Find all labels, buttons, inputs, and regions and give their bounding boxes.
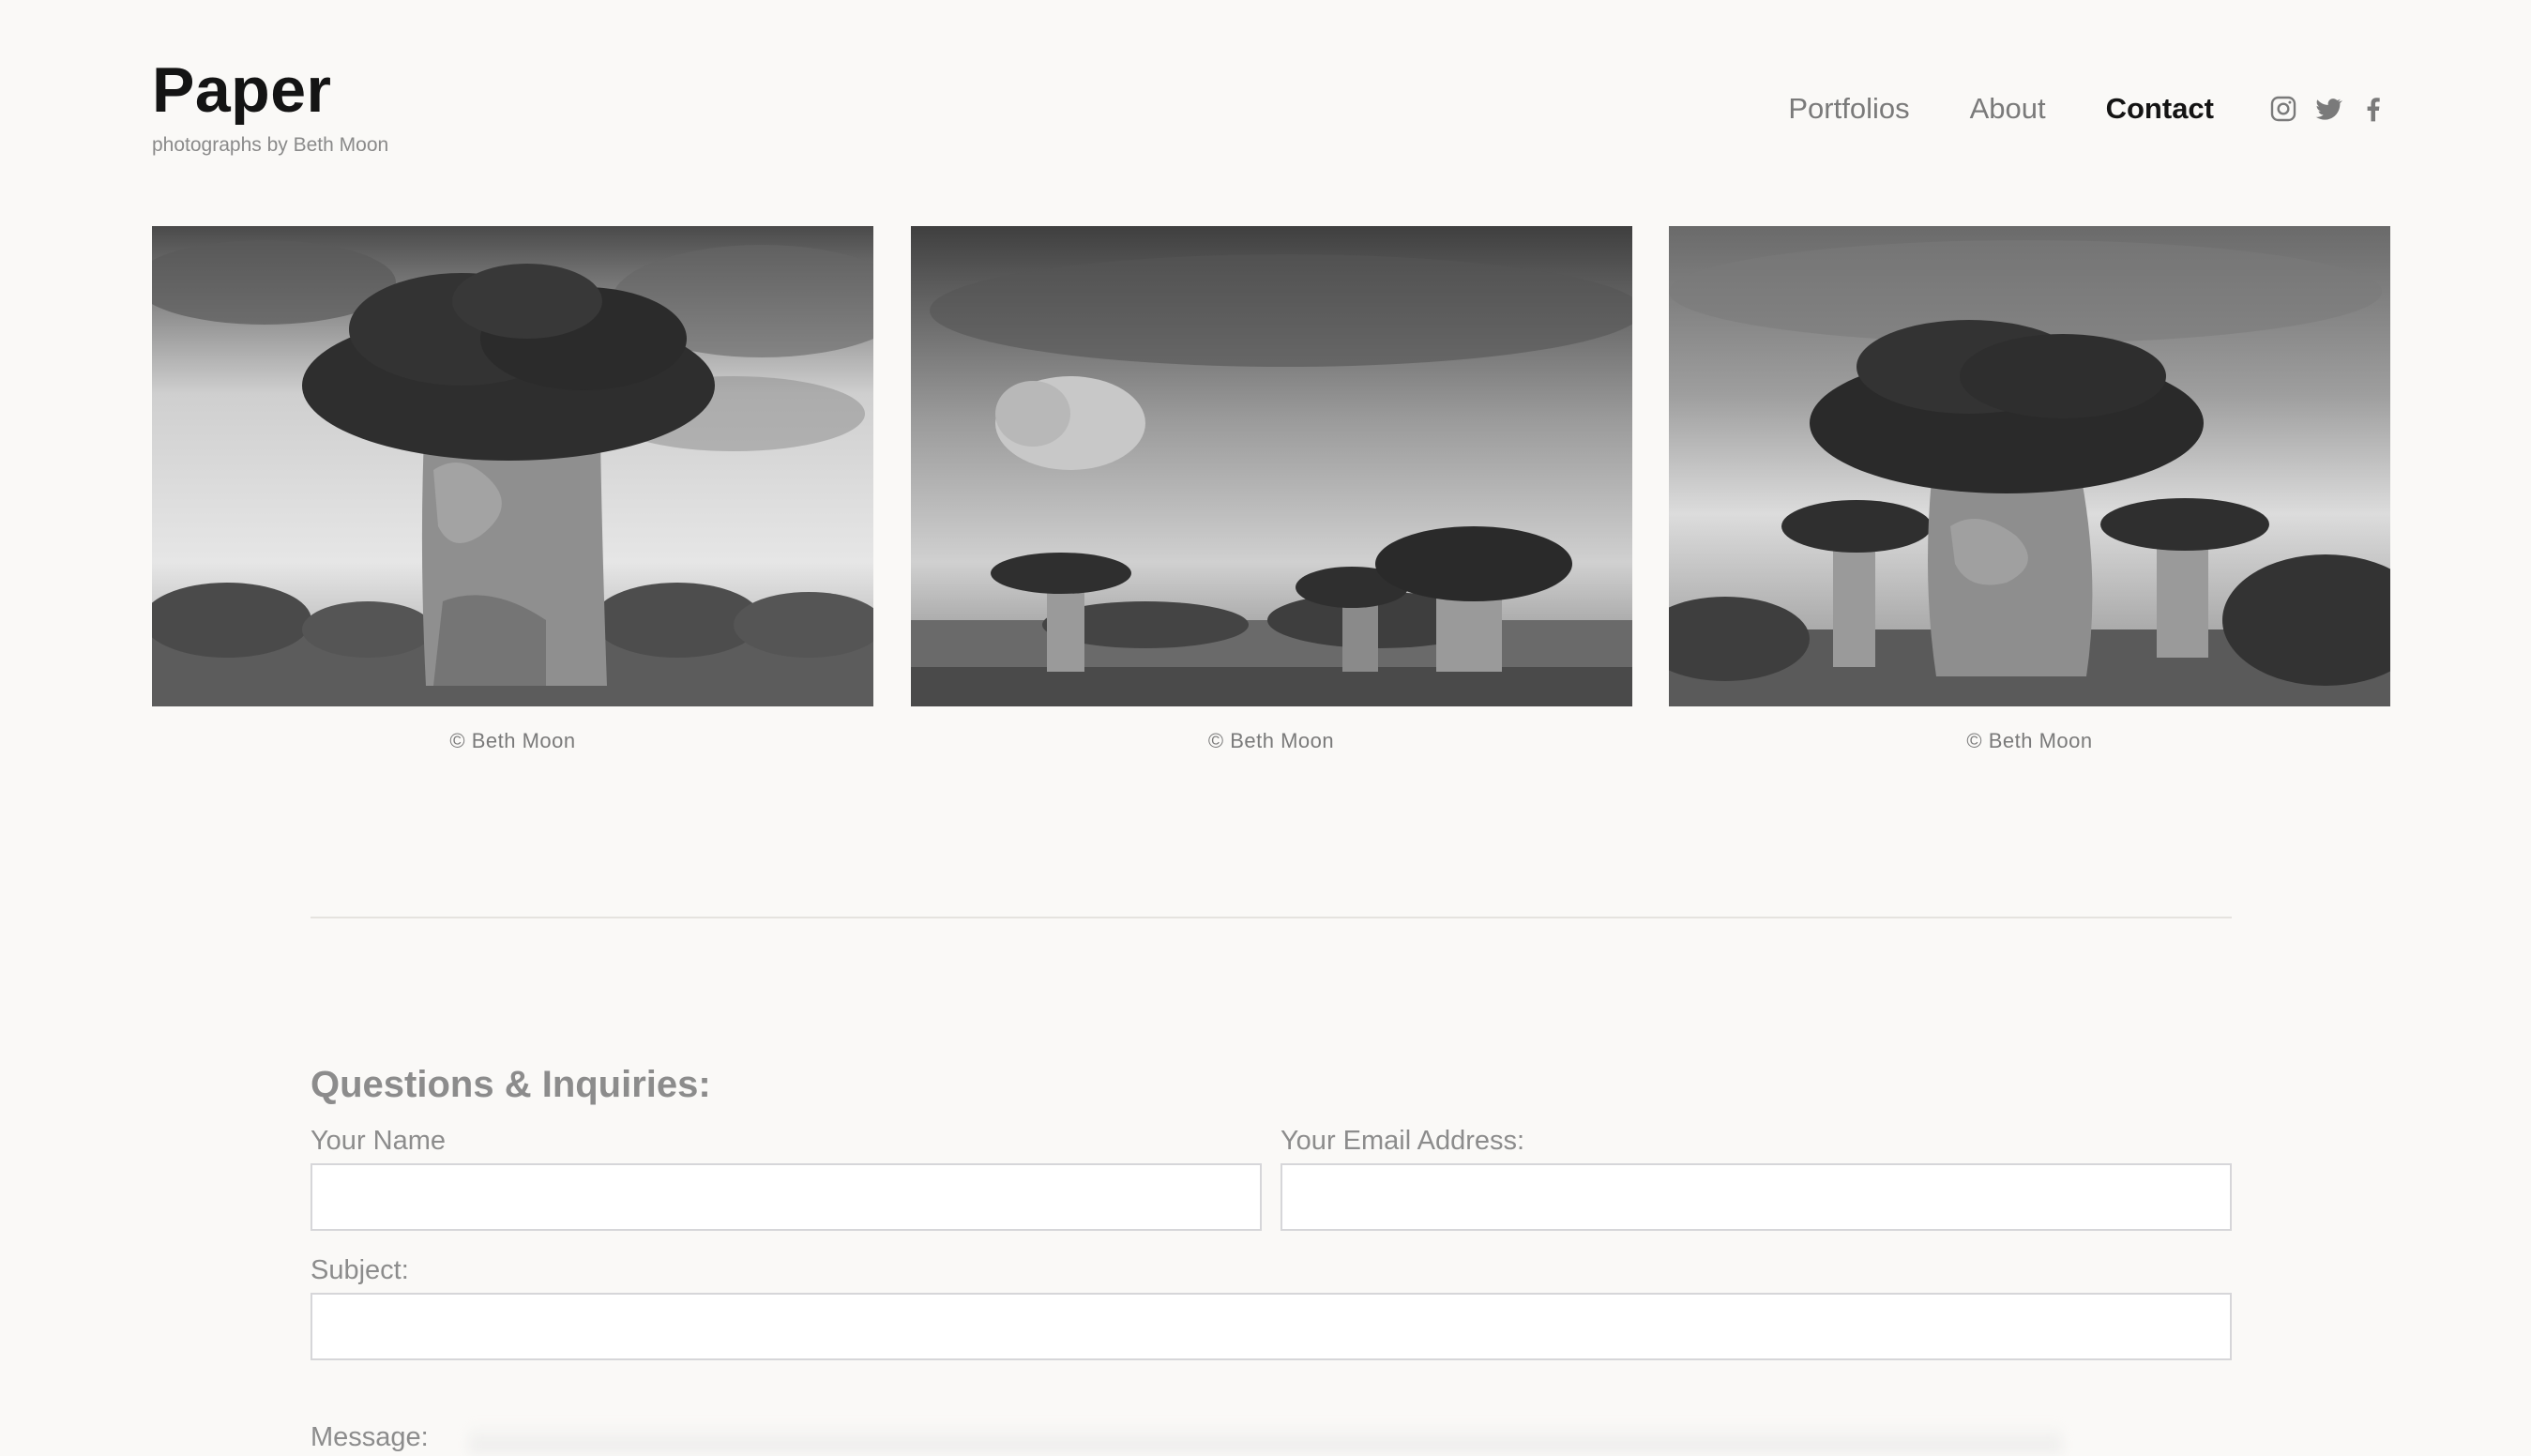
email-input[interactable]	[1281, 1163, 2232, 1231]
site-header: Paper photographs by Beth Moon Portfolio…	[152, 53, 2390, 165]
form-title: Questions & Inquiries:	[311, 1064, 711, 1105]
name-email-row: Your Name Your Email Address:	[311, 1122, 2232, 1231]
name-label: Your Name	[311, 1126, 447, 1156]
twitter-icon[interactable]	[2311, 92, 2345, 126]
gallery-item: © Beth Moon	[152, 226, 873, 753]
photo-caption: © Beth Moon	[1207, 729, 1335, 752]
facebook-icon[interactable]	[2357, 92, 2390, 126]
contact-form: Questions & Inquiries: Your Name Your Em…	[311, 1058, 2232, 1360]
name-field-group: Your Name	[311, 1122, 1262, 1231]
social-links	[2255, 92, 2390, 126]
instagram-icon[interactable]	[2266, 92, 2300, 126]
site-subtitle: photographs by Beth Moon	[152, 134, 389, 156]
photo-gallery: © Beth Moon © Beth Moon © Beth Moon	[152, 226, 2390, 753]
gallery-item: © Beth Moon	[910, 226, 1632, 753]
baobab-photo-2[interactable]	[910, 226, 1632, 706]
nav-about-link[interactable]: About	[1970, 90, 2046, 128]
baobab-photo-3[interactable]	[1669, 226, 2390, 706]
email-label: Your Email Address:	[1281, 1126, 1525, 1156]
bottom-shadow	[469, 1424, 2062, 1452]
section-divider	[311, 917, 2232, 918]
email-field-group: Your Email Address:	[1281, 1122, 2232, 1231]
subject-input[interactable]	[311, 1293, 2232, 1360]
name-input[interactable]	[311, 1163, 1262, 1231]
message-label: Message:	[311, 1422, 429, 1452]
photo-caption: © Beth Moon	[449, 729, 576, 752]
subject-label: Subject:	[311, 1255, 409, 1285]
nav-contact-link[interactable]: Contact	[2106, 90, 2214, 128]
site-title[interactable]: Paper	[152, 53, 332, 128]
subject-field-group: Subject:	[311, 1251, 2232, 1360]
photo-caption: © Beth Moon	[1966, 729, 2093, 752]
subject-row: Subject:	[311, 1251, 2232, 1360]
baobab-photo-1[interactable]	[152, 226, 873, 706]
gallery-item: © Beth Moon	[1669, 226, 2390, 753]
main-nav: Portfolios About Contact	[1728, 90, 2390, 128]
nav-portfolios-link[interactable]: Portfolios	[1788, 90, 1909, 128]
